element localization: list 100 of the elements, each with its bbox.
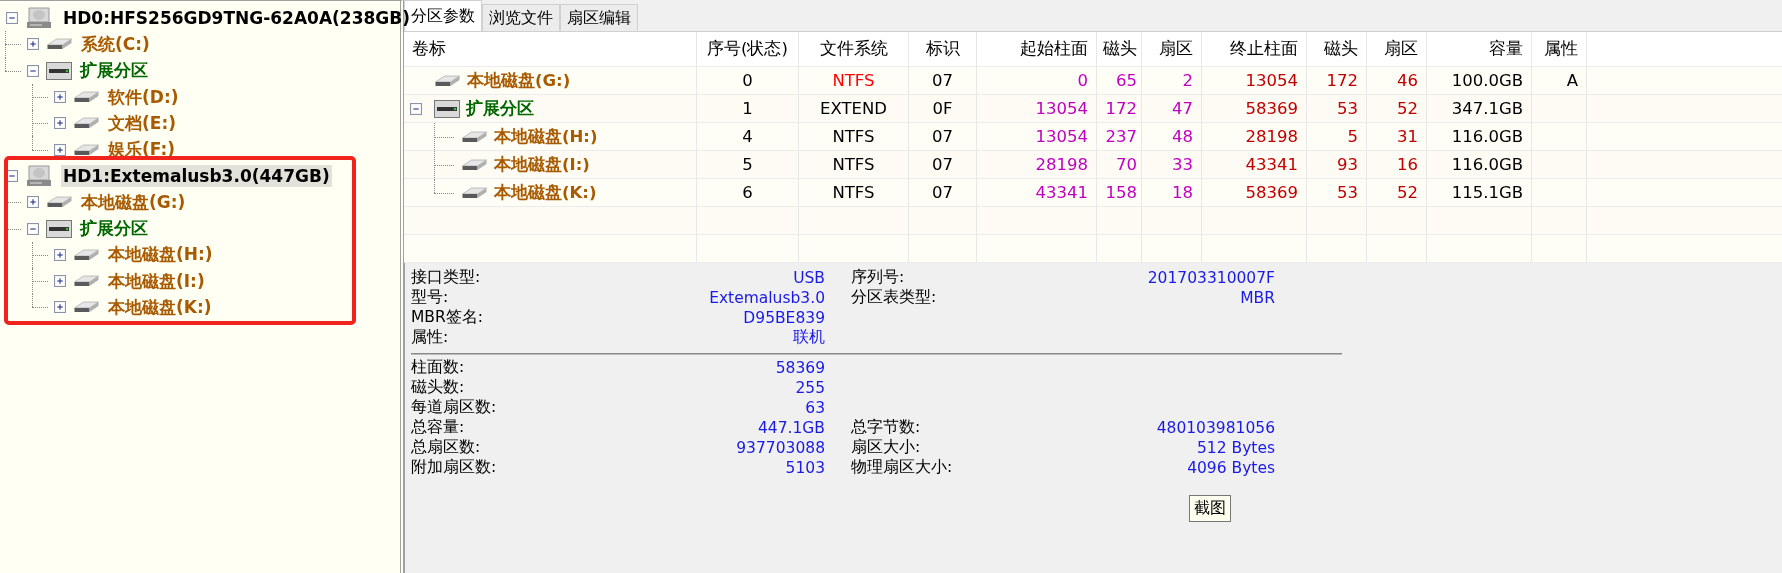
info-label: 接口类型: — [411, 267, 482, 288]
expand-icon[interactable] — [27, 38, 39, 51]
drive-icon — [461, 158, 488, 171]
column-header[interactable]: 属性 — [1532, 32, 1587, 67]
volume-label[interactable]: 本地磁盘(I:) — [494, 153, 590, 176]
expand-icon[interactable] — [54, 275, 66, 288]
column-header[interactable]: 卷标 — [404, 32, 697, 67]
disk-label[interactable]: HD1:Extemalusb3.0(447GB) — [61, 164, 332, 187]
partition-label[interactable]: 系统(C:) — [79, 31, 152, 57]
drive-icon — [46, 38, 73, 51]
table-cell: 70 — [1097, 151, 1142, 179]
table-cell: 116.0GB — [1427, 151, 1532, 179]
drive-icon — [73, 117, 100, 130]
column-header[interactable]: 磁头 — [1097, 32, 1142, 67]
info-label: 磁头数: — [411, 377, 466, 398]
expand-icon[interactable] — [54, 248, 66, 261]
drive-icon — [434, 99, 460, 118]
expand-icon[interactable] — [27, 196, 39, 209]
expand-icon[interactable] — [54, 117, 66, 130]
drive-icon — [73, 143, 100, 156]
info-value: D95BE839 — [742, 308, 825, 327]
info-value: USB — [792, 268, 825, 287]
column-header[interactable]: 终止柱面 — [1202, 32, 1307, 67]
partition-label[interactable]: 本地磁盘(H:) — [106, 242, 215, 268]
info-value: 255 — [794, 378, 825, 397]
volume-label[interactable]: 扩展分区 — [466, 97, 534, 120]
info-label: 总容量: — [411, 417, 466, 438]
column-header[interactable]: 文件系统 — [799, 32, 909, 67]
info-value: 512 Bytes — [1196, 438, 1275, 457]
column-header[interactable]: 磁头 — [1307, 32, 1367, 67]
volume-label[interactable]: 本地磁盘(H:) — [494, 125, 598, 148]
info-label: 属性: — [411, 327, 450, 348]
drive-icon — [46, 196, 73, 209]
screenshot-button[interactable]: 截图 — [1189, 495, 1231, 522]
drive-icon — [434, 74, 461, 87]
expand-icon[interactable] — [54, 143, 66, 156]
info-label: 分区表类型: — [850, 287, 938, 308]
info-label: 物理扇区大小: — [850, 457, 954, 478]
table-cell: 172 — [1097, 95, 1142, 123]
drive-icon — [46, 61, 72, 80]
info-value: 58369 — [774, 358, 825, 377]
table-cell: 47 — [1142, 95, 1202, 123]
drive-icon — [461, 186, 488, 199]
info-label: 总扇区数: — [411, 437, 482, 458]
drive-icon — [73, 91, 100, 104]
volume-label[interactable]: 本地磁盘(K:) — [494, 181, 597, 204]
info-value: 63 — [804, 398, 825, 417]
info-label: 每道扇区数: — [411, 397, 498, 418]
table-cell: NTFS — [799, 151, 909, 179]
info-value: 5103 — [784, 458, 825, 477]
column-header[interactable]: 起始柱面 — [977, 32, 1097, 67]
info-value: 937703088 — [735, 438, 825, 457]
partition-label[interactable]: 扩展分区 — [78, 58, 150, 84]
expand-icon[interactable] — [27, 64, 39, 77]
drive-icon — [461, 130, 488, 143]
table-cell: 58369 — [1202, 95, 1307, 123]
partition-label[interactable]: 本地磁盘(I:) — [106, 268, 207, 294]
expand-icon[interactable] — [54, 301, 66, 314]
table-cell: 43341 — [1202, 151, 1307, 179]
partition-label[interactable]: 软件(D:) — [106, 84, 181, 110]
expand-icon[interactable] — [54, 91, 66, 104]
volume-label[interactable]: 本地磁盘(G:) — [467, 69, 571, 92]
info-value: 联机 — [792, 327, 825, 348]
collapse-icon[interactable] — [410, 102, 422, 115]
drive-icon — [73, 275, 100, 288]
table-cell: 33 — [1142, 151, 1202, 179]
partition-label[interactable]: 本地磁盘(K:) — [106, 294, 214, 320]
column-header[interactable]: 扇区 — [1142, 32, 1202, 67]
hard-disk-icon — [25, 163, 53, 188]
table-cell: 0F — [909, 95, 977, 123]
table-cell: 53 — [1307, 95, 1367, 123]
info-value: MBR — [1239, 288, 1275, 307]
column-header[interactable]: 容量 — [1427, 32, 1532, 67]
info-label: 附加扇区数: — [411, 457, 498, 478]
info-value: 480103981056 — [1155, 418, 1275, 437]
partition-label[interactable]: 本地磁盘(G:) — [79, 189, 188, 215]
table-cell: 13054 — [977, 95, 1097, 123]
collapse-icon[interactable] — [6, 169, 18, 182]
info-label: 型号: — [411, 287, 450, 308]
expand-icon[interactable] — [27, 222, 39, 235]
partition-label[interactable]: 扩展分区 — [78, 216, 150, 241]
info-value: 4096 Bytes — [1186, 458, 1275, 477]
column-header[interactable]: 扇区 — [1367, 32, 1427, 67]
info-label: MBR签名: — [411, 307, 484, 328]
tab[interactable]: 扇区编辑 — [560, 4, 638, 31]
info-value: 201703310007F — [1146, 268, 1275, 287]
table-cell: 1 — [697, 95, 799, 123]
info-value: Extemalusb3.0 — [708, 288, 825, 307]
drive-icon — [73, 248, 100, 261]
partition-label[interactable]: 文档(E:) — [106, 110, 178, 136]
tab[interactable]: 浏览文件 — [482, 4, 560, 31]
column-header[interactable]: 序号(状态) — [697, 32, 799, 67]
table-cell: 28198 — [977, 151, 1097, 179]
info-label: 序列号: — [850, 267, 906, 288]
collapse-icon[interactable] — [6, 12, 18, 25]
table-cell: 52 — [1367, 95, 1427, 123]
column-header[interactable]: 标识 — [909, 32, 977, 67]
table-cell: 16 — [1367, 151, 1427, 179]
info-value: 447.1GB — [756, 418, 825, 437]
info-label: 总字节数: — [850, 417, 922, 438]
